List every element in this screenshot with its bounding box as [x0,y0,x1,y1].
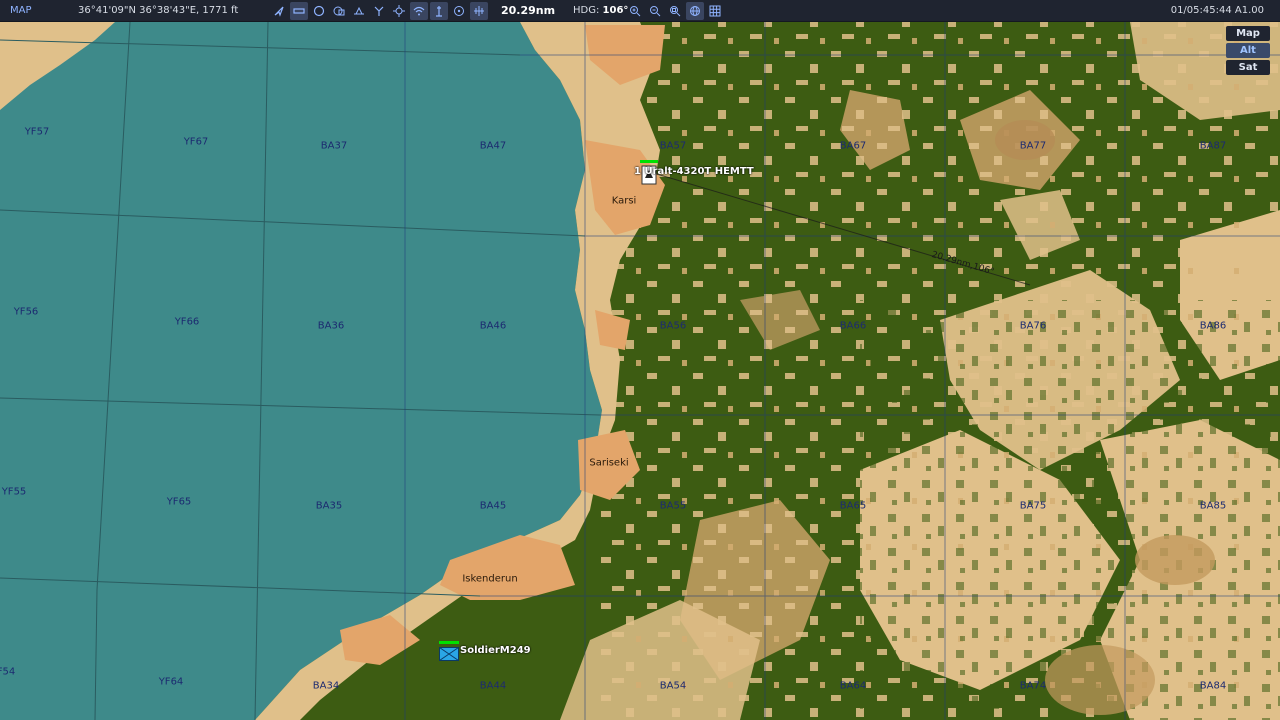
grid-label: BA64 [839,680,867,692]
cursor-coordinates: 36°41'09"N 36°38'43"E, 1771 ft [78,5,239,16]
unit-health-bar [640,160,658,163]
grid-label: BA67 [839,140,867,152]
grid-label: BA44 [479,680,507,692]
circle-icon[interactable] [310,2,328,20]
grid-label: BA84 [1199,680,1227,692]
town-label-karsi: Karsi [611,195,637,207]
grid-label: YF67 [183,136,209,148]
wifi-icon[interactable] [410,2,428,20]
map-layer-switch: Map Alt Sat [1226,26,1270,75]
route-icon[interactable] [370,2,388,20]
unit-soldier[interactable] [437,641,461,663]
sam-icon[interactable] [350,2,368,20]
grid-label: F54 [0,666,16,678]
grid-label: YF65 [166,496,192,508]
grid-label: BA37 [320,140,348,152]
heading-readout: HDG: 106° [573,5,628,16]
map-canvas[interactable]: YF57 YF67 BA37 BA47 BA57 BA67 BA77 BA87 … [0,0,1280,720]
map-tools [270,2,488,20]
map-mode-label: MAP [10,5,32,16]
grid-label: BA75 [1019,500,1047,512]
pointer-icon[interactable] [270,2,288,20]
grid-label: YF57 [24,126,50,138]
grid-label: BA65 [839,500,867,512]
town-label-sariseki: Sariseki [589,457,629,469]
grid-label: BA74 [1019,680,1047,692]
grid-label: BA76 [1019,320,1047,332]
freq-icon[interactable] [470,2,488,20]
grid-icon[interactable] [706,2,724,20]
layer-alt-button[interactable]: Alt [1226,43,1270,58]
layer-sat-button[interactable]: Sat [1226,60,1270,75]
grid-label: BA47 [479,140,507,152]
layer-map-button[interactable]: Map [1226,26,1270,41]
infantry-icon [439,647,459,661]
grid-label: YF64 [158,676,184,688]
zoom-fit-icon[interactable] [666,2,684,20]
grid-label: BA35 [315,500,343,512]
grid-label: BA54 [659,680,687,692]
grid-label: BA36 [317,320,345,332]
zoom-tools [626,2,724,20]
grid-label: BA45 [479,500,507,512]
town-label-iskenderun: Iskenderun [462,573,518,585]
grid-label: BA87 [1199,140,1227,152]
globe-icon[interactable] [686,2,704,20]
zoom-in-icon[interactable] [626,2,644,20]
grid-label: BA66 [839,320,867,332]
layers-icon[interactable] [330,2,348,20]
grid-label: BA86 [1199,320,1227,332]
grid-label: BA85 [1199,500,1227,512]
ruler-icon[interactable] [290,2,308,20]
grid-label: BA77 [1019,140,1047,152]
grid-label: BA34 [312,680,340,692]
top-toolbar: MAP 36°41'09"N 36°38'43"E, 1771 ft 20.29… [0,0,1280,22]
heading-label: HDG: [573,5,600,16]
unit-label-vehicle: 1 Uralt-4320T HEMTT [634,166,754,177]
grid-label: BA57 [659,140,687,152]
grid-label: BA46 [479,320,507,332]
mission-time: 01/05:45:44 A1.00 [1170,5,1264,16]
measure-distance: 20.29nm [501,4,556,17]
zoom-out-icon[interactable] [646,2,664,20]
chat-icon[interactable] [450,2,468,20]
grid-label: YF55 [1,486,27,498]
terrain-map [0,0,1280,720]
target-icon[interactable] [390,2,408,20]
tower-icon[interactable] [430,2,448,20]
unit-label-soldier: SoldierM249 [460,645,531,656]
grid-label: YF56 [13,306,39,318]
heading-value: 106° [602,5,629,16]
grid-label: YF66 [174,316,200,328]
grid-label: BA55 [659,500,687,512]
grid-label: BA56 [659,320,687,332]
unit-health-bar [439,641,459,644]
